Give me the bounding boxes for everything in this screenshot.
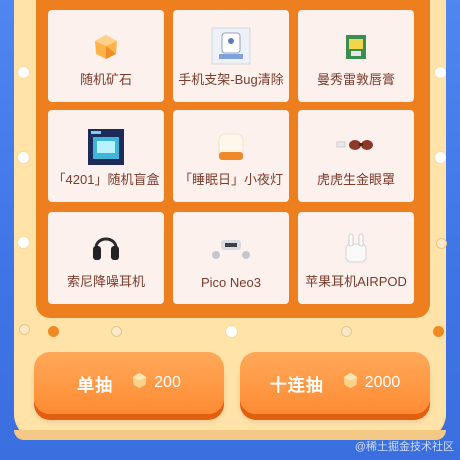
decor-dot — [19, 324, 30, 335]
single-draw-button[interactable]: 单抽 200 — [34, 352, 224, 414]
prize-card[interactable]: 索尼降噪耳机 — [48, 212, 164, 304]
decor-dot — [18, 237, 29, 248]
airpods-icon — [344, 232, 368, 269]
decor-dot — [433, 326, 444, 337]
phone-stand-icon — [211, 27, 251, 70]
ore-icon — [91, 32, 121, 67]
prize-name: 随机矿石 — [79, 72, 132, 87]
prize-card[interactable]: 曼秀雷敦唇膏 — [298, 10, 414, 102]
prize-name: 曼秀雷敦唇膏 — [316, 72, 395, 87]
prize-card[interactable]: 虎虎生金眼罩 — [298, 110, 414, 202]
decor-dot — [436, 238, 447, 249]
prize-name: 索尼降噪耳机 — [66, 274, 145, 289]
ten-draw-label: 十连抽 — [269, 375, 324, 395]
coin-icon — [131, 372, 148, 394]
decor-dot — [341, 326, 352, 337]
prize-card[interactable]: 手机支架-Bug清除 — [173, 10, 289, 102]
coin-icon — [342, 372, 359, 394]
single-draw-cost: 200 — [154, 374, 181, 391]
decor-dot — [226, 326, 237, 337]
decor-dot — [435, 152, 446, 163]
single-draw-label: 单抽 — [77, 375, 114, 395]
watermark: @稀土掘金技术社区 — [354, 441, 454, 453]
prize-card[interactable]: 「睡眠日」小夜灯 — [173, 110, 289, 202]
prize-card[interactable]: 随机矿石 — [48, 10, 164, 102]
eye-mask-icon — [336, 137, 376, 158]
headphones-icon — [92, 230, 120, 267]
decor-dot — [48, 326, 59, 337]
prize-name: 「睡眠日」小夜灯 — [178, 172, 283, 187]
prize-name: 「4201」随机盲盒 — [52, 172, 160, 187]
prize-name: 虎虎生金眼罩 — [316, 172, 395, 187]
decor-dot — [18, 67, 29, 78]
decor-dot — [111, 326, 122, 337]
vr-headset-icon — [211, 236, 251, 269]
night-light-icon — [216, 132, 246, 167]
prize-name: Pico Neo3 — [201, 275, 261, 290]
prize-card[interactable]: Pico Neo3 — [173, 212, 289, 304]
prize-card[interactable]: 「4201」随机盲盒 — [48, 110, 164, 202]
prize-card[interactable]: 苹果耳机AIRPOD — [298, 212, 414, 304]
prize-name: 手机支架-Bug清除 — [178, 72, 284, 87]
decor-dot — [435, 67, 446, 78]
lip-balm-icon — [345, 34, 367, 65]
blind-box-icon — [87, 128, 125, 171]
prize-name: 苹果耳机AIRPOD — [305, 274, 407, 289]
decor-dot — [18, 152, 29, 163]
ten-draw-cost: 2000 — [364, 374, 401, 391]
ten-draw-button[interactable]: 十连抽 2000 — [240, 352, 430, 414]
